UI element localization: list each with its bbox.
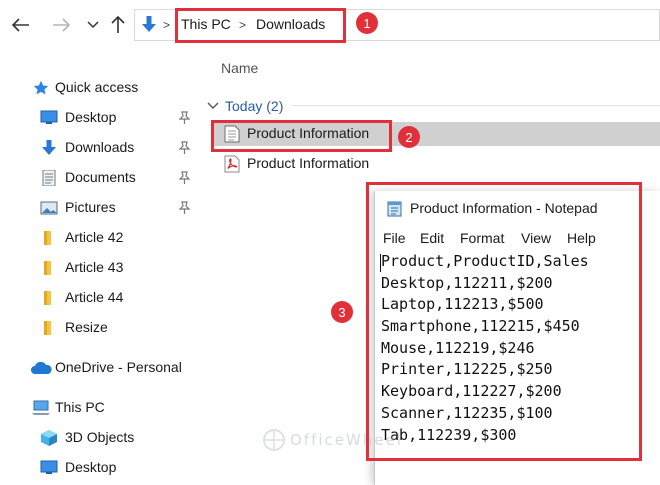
file-name: Product Information <box>247 155 370 171</box>
nav-item-article-42[interactable]: Article 42 <box>0 224 198 252</box>
nav-item-label: Article 44 <box>65 289 124 305</box>
pin-icon[interactable] <box>178 141 190 155</box>
forward-arrow-icon[interactable] <box>50 14 72 36</box>
nav-item-article-44[interactable]: Article 44 <box>0 284 198 312</box>
annotation-box-1 <box>175 8 346 43</box>
breadcrumb-separator: > <box>163 18 171 32</box>
pin-icon[interactable] <box>178 201 190 215</box>
nav-item-pictures[interactable]: Pictures <box>0 194 198 222</box>
documents-icon <box>42 170 56 186</box>
chevron-down-icon <box>207 102 219 109</box>
pictures-icon <box>40 201 58 215</box>
nav-item-downloads[interactable]: Downloads <box>0 134 198 162</box>
nav-item-label: OneDrive - Personal <box>55 359 182 375</box>
nav-item-3d-objects[interactable]: 3D Objects <box>0 424 198 452</box>
annotation-badge-2: 2 <box>398 126 420 148</box>
nav-item-article-43[interactable]: Article 43 <box>0 254 198 282</box>
group-divider <box>292 105 660 106</box>
cube-icon <box>41 430 57 446</box>
annotation-badge-3: 3 <box>331 301 353 323</box>
computer-icon <box>32 400 50 415</box>
pin-icon[interactable] <box>178 171 190 185</box>
nav-item-label: 3D Objects <box>65 429 135 445</box>
nav-item-label: Documents <box>65 169 136 185</box>
cloud-icon <box>31 361 52 374</box>
annotation-box-2 <box>211 120 392 152</box>
nav-item-label: Pictures <box>65 199 116 215</box>
folder-icon <box>44 231 51 245</box>
nav-item-this-pc[interactable]: This PC <box>0 394 198 422</box>
nav-item-label: Desktop <box>65 459 117 475</box>
nav-item-label: Downloads <box>65 139 135 155</box>
group-header-today[interactable]: Today (2) <box>207 95 283 117</box>
nav-item-desktop[interactable]: Desktop <box>0 104 198 132</box>
folder-icon <box>44 261 51 275</box>
nav-item-documents[interactable]: Documents <box>0 164 198 192</box>
nav-item-quick-access[interactable]: Quick access <box>0 74 198 102</box>
nav-item-onedrive[interactable]: OneDrive - Personal <box>0 354 198 382</box>
folder-icon <box>44 321 51 335</box>
up-arrow-icon[interactable] <box>107 14 129 36</box>
annotation-badge-1: 1 <box>356 12 378 34</box>
annotation-box-3 <box>366 182 642 461</box>
download-arrow-icon <box>142 16 156 32</box>
group-label: Today (2) <box>225 98 284 114</box>
nav-item-label: Quick access <box>55 79 139 95</box>
file-row[interactable]: Product Information <box>214 152 660 176</box>
recent-locations-chevron-icon[interactable] <box>82 14 104 36</box>
nav-item-label: This PC <box>55 399 105 415</box>
star-icon <box>33 80 49 95</box>
back-arrow-icon[interactable] <box>10 14 32 36</box>
officewheel-logo-icon <box>263 429 285 451</box>
pdf-file-icon <box>224 155 240 173</box>
navigation-pane: Quick access Desktop Downloads Documents <box>0 70 200 485</box>
download-arrow-icon <box>42 140 56 155</box>
nav-item-label: Article 42 <box>65 229 124 245</box>
pin-icon[interactable] <box>178 111 190 125</box>
nav-item-resize[interactable]: Resize <box>0 314 198 342</box>
nav-item-label: Desktop <box>65 109 117 125</box>
nav-item-label: Article 43 <box>65 259 124 275</box>
nav-item-desktop-pc[interactable]: Desktop <box>0 454 198 482</box>
column-header-name[interactable]: Name <box>221 60 258 76</box>
folder-icon <box>44 291 51 305</box>
desktop-icon <box>40 110 58 124</box>
desktop-icon <box>40 460 58 474</box>
nav-item-label: Resize <box>65 319 108 335</box>
